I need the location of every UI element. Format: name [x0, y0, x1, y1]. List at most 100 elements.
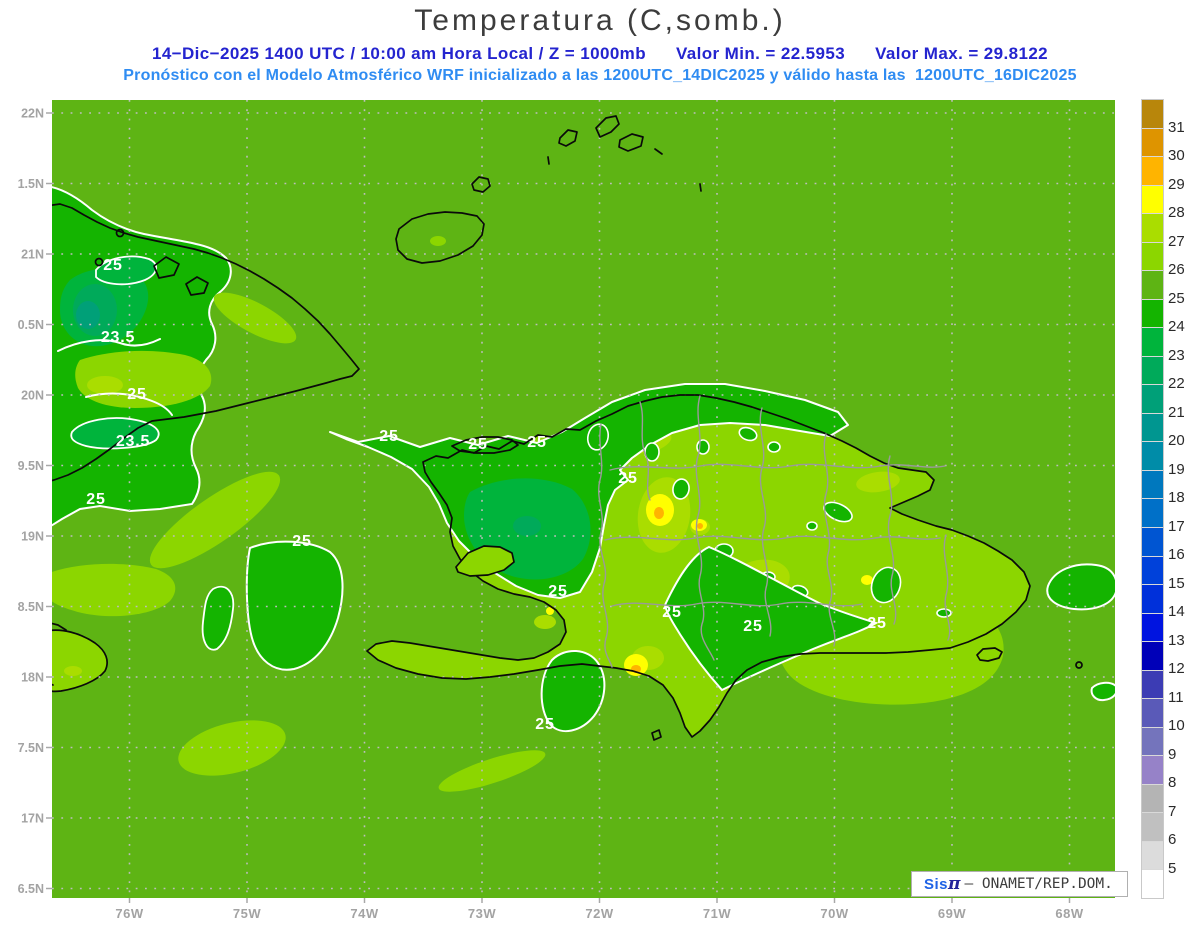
y-axis-label: 7.5N [18, 741, 44, 755]
contour-label: 25 [535, 716, 554, 733]
colorbar-cell [1142, 385, 1163, 414]
colorbar-label: 12 [1168, 660, 1185, 677]
colorbar-label: 13 [1168, 631, 1185, 649]
contour-label: 25 [379, 428, 398, 445]
contour-label: 25 [618, 470, 637, 487]
colorbar-label: 29 [1168, 175, 1185, 193]
contour-label: 25 [867, 615, 886, 632]
colorbar-cell [1142, 185, 1163, 215]
colorbar-cell [1142, 157, 1163, 186]
pi-symbol: π [948, 874, 961, 894]
colorbar-label: 28 [1168, 204, 1185, 221]
x-axis-label: 69W [938, 906, 966, 921]
colorbar-label: 24 [1168, 318, 1185, 335]
colorbar-label: 19 [1168, 460, 1185, 478]
y-axis-label: 6.5N [18, 882, 44, 896]
colorbar-label: 6 [1168, 831, 1177, 848]
temperature-colorbar [1141, 99, 1164, 899]
colorbar-cell [1142, 585, 1163, 614]
temperature-contour-map: 25 23.5 25 23.5 25 25 25 25 25 25 25 25 25 25 25 76W 75… [18, 100, 1115, 921]
colorbar-cell [1142, 299, 1163, 329]
colorbar-label: 7 [1168, 802, 1177, 820]
y-axis-label: 20N [21, 389, 44, 403]
colorbar-label: 9 [1168, 745, 1177, 763]
colorbar-cell [1142, 642, 1163, 671]
colorbar-label: 31 [1168, 118, 1185, 136]
contour-label: 25 [103, 257, 122, 274]
colorbar-label: 20 [1168, 432, 1185, 449]
contour-label: 25 [548, 583, 567, 600]
colorbar-label: 10 [1168, 717, 1185, 734]
colorbar-cell [1142, 328, 1163, 357]
colorbar-cell [1142, 527, 1163, 557]
y-axis-label: 0.5N [18, 318, 44, 332]
y-axis-label: 1.5N [18, 177, 44, 191]
colorbar-cell [1142, 214, 1163, 243]
colorbar-cell [1142, 670, 1163, 700]
colorbar-cell [1142, 499, 1163, 528]
colorbar-cell [1142, 727, 1163, 757]
x-axis-label: 70W [820, 906, 848, 921]
x-axis-label: 68W [1055, 906, 1083, 921]
model-logo: Sis π – ONAMET/REP.DOM. [911, 871, 1128, 897]
x-axis-label: 72W [585, 906, 613, 921]
colorbar-cell [1142, 100, 1163, 129]
y-axis-label: 22N [21, 107, 44, 121]
colorbar-label: 27 [1168, 232, 1185, 250]
weather-map-page: Temperatura (C,somb.) 14−Dic−2025 1400 U… [0, 0, 1200, 927]
contour-label: 25 [662, 604, 681, 621]
x-axis-label: 76W [115, 906, 143, 921]
contour-label: 25 [468, 436, 487, 453]
colorbar-label: 22 [1168, 375, 1185, 392]
colorbar-cell [1142, 413, 1163, 443]
colorbar-label: 25 [1168, 289, 1185, 307]
colorbar-cell [1142, 784, 1163, 814]
y-axis-labels: 22N 1.5N 21N 0.5N 20N 9.5N 19N 8.5N 18N 7.5N 17N 6.… [18, 107, 44, 897]
contour-label: 25 [743, 618, 762, 635]
colorbar-label: 26 [1168, 261, 1185, 278]
y-axis-label: 8.5N [18, 600, 44, 614]
x-axis-labels: 76W 75W 74W 73W 72W 71W 70W 69W 68W [115, 906, 1083, 921]
colorbar-label: 30 [1168, 147, 1185, 164]
x-axis-label: 71W [703, 906, 731, 921]
sispi-logo-text: Sis [924, 875, 949, 893]
colorbar-label: 15 [1168, 574, 1185, 592]
colorbar-label: 8 [1168, 774, 1177, 791]
colorbar-cell [1142, 271, 1163, 300]
colorbar-label: 5 [1168, 859, 1177, 877]
x-axis-label: 74W [350, 906, 378, 921]
colorbar-cell [1142, 556, 1163, 586]
y-axis-label: 21N [21, 248, 44, 262]
colorbar-cell [1142, 242, 1163, 272]
contour-label: 23.5 [116, 433, 150, 450]
colorbar-label: 17 [1168, 517, 1185, 535]
colorbar-cell [1142, 813, 1163, 842]
y-axis-label: 19N [21, 530, 44, 544]
colorbar-cell [1142, 841, 1163, 871]
colorbar-label: 14 [1168, 603, 1185, 620]
colorbar-cell [1142, 756, 1163, 785]
contour-label: 25 [527, 434, 546, 451]
colorbar-cell [1142, 356, 1163, 386]
x-axis-label: 75W [233, 906, 261, 921]
colorbar-cell [1142, 128, 1163, 158]
contour-label: 25 [292, 533, 311, 550]
colorbar-label: 16 [1168, 546, 1185, 563]
contour-label: 25 [86, 491, 105, 508]
colorbar-label: 21 [1168, 403, 1185, 421]
colorbar-cell [1142, 870, 1163, 898]
colorbar-cell [1142, 470, 1163, 500]
y-axis-label: 18N [21, 671, 44, 685]
colorbar-cell [1142, 613, 1163, 643]
contour-label: 23.5 [101, 329, 135, 346]
colorbar-cell [1142, 442, 1163, 471]
colorbar-label: 11 [1168, 688, 1184, 706]
contour-label: 25 [127, 386, 146, 403]
y-axis-label: 17N [21, 812, 44, 826]
colorbar-label: 18 [1168, 489, 1185, 506]
onamet-label: – ONAMET/REP.DOM. [964, 876, 1113, 892]
y-axis-label: 9.5N [18, 459, 44, 473]
colorbar-label: 23 [1168, 346, 1185, 364]
x-axis-label: 73W [468, 906, 496, 921]
colorbar-cell [1142, 699, 1163, 728]
